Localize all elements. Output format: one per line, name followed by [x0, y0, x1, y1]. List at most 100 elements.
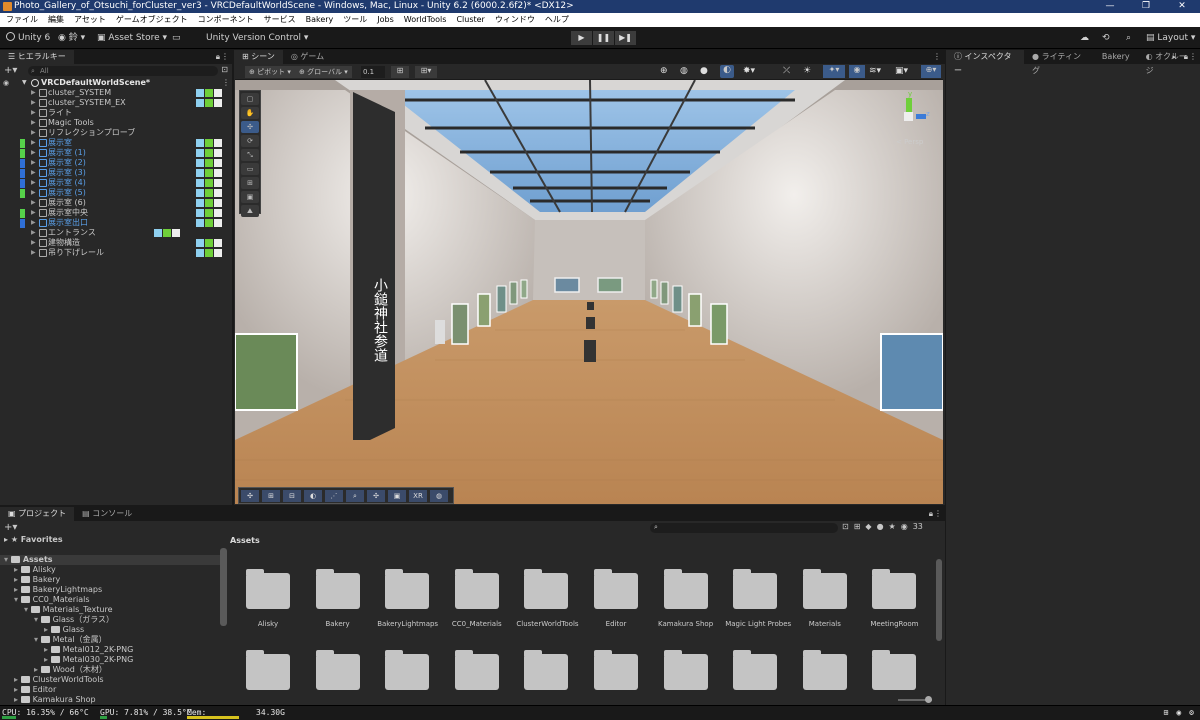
folder-tree-item[interactable]: ▸ Editor — [0, 685, 220, 695]
settings-icon[interactable]: ⚙ — [1189, 706, 1194, 719]
asset-folder[interactable]: MeetingRoom — [864, 569, 924, 628]
expand-arrow-icon[interactable]: ▸ — [14, 565, 21, 574]
more-icon[interactable]: ⋮ — [221, 50, 229, 64]
vertex-overlay-icon[interactable]: ⋰ — [325, 490, 343, 502]
asset-folder[interactable] — [725, 650, 785, 695]
hierarchy-item[interactable]: ▶ ライト — [0, 108, 232, 118]
folder-tree-item[interactable]: ▾ Materials_Texture — [0, 605, 220, 615]
camera-icon[interactable]: ▣▾ — [895, 66, 908, 76]
expand-arrow-icon[interactable]: ▶ — [31, 148, 36, 158]
expand-arrow-icon[interactable]: ▸ — [44, 645, 51, 654]
visibility-icon[interactable]: ◉ — [3, 78, 9, 88]
zoom-overlay-icon[interactable]: ⌕ — [346, 490, 364, 502]
scene-menu-icon[interactable]: ⋮ — [222, 78, 230, 88]
tab-scene[interactable]: ⊞ シーン — [234, 50, 283, 64]
network-icon[interactable]: ⊞ — [1164, 706, 1169, 719]
pause-button[interactable]: ❚❚ — [593, 31, 614, 45]
hierarchy-item[interactable]: ▶ cluster_SYSTEM_EX — [0, 98, 232, 108]
expand-arrow-icon[interactable]: ▶ — [31, 248, 36, 258]
menu-worldtools[interactable]: WorldTools — [404, 13, 447, 27]
unity-account-button[interactable]: Unity 6 — [6, 31, 50, 45]
expand-arrow-icon[interactable]: ▶ — [31, 88, 36, 98]
folder-tree-item[interactable]: ▸ Wood（木材） — [0, 665, 220, 675]
filter-label-icon[interactable]: ⊞ — [854, 522, 861, 531]
hierarchy-item[interactable]: ▶ 展示室 (4) — [0, 178, 232, 188]
hierarchy-item[interactable]: ▶ エントランス — [0, 228, 232, 238]
expand-arrow-icon[interactable]: ▾ — [4, 555, 11, 564]
expand-arrow-icon[interactable]: ▶ — [31, 178, 36, 188]
menu-tools[interactable]: ツール — [343, 13, 367, 27]
folder-tree-item[interactable]: ▸ Glass — [0, 625, 220, 635]
layout-dropdown[interactable]: ▤ Layout ▾ — [1146, 31, 1195, 45]
expand-arrow-icon[interactable]: ▸ — [14, 675, 21, 684]
star-icon[interactable]: ★ — [889, 522, 896, 531]
grid-snap-icon[interactable]: ⊞ — [391, 66, 409, 78]
expand-arrow-icon[interactable]: ▸ — [14, 695, 21, 704]
expand-arrow-icon[interactable]: ▶ — [31, 218, 36, 228]
asset-folder[interactable] — [586, 650, 646, 695]
compass-overlay-icon[interactable]: ◍ — [430, 490, 448, 502]
hierarchy-search[interactable]: ⌕ All — [28, 66, 218, 76]
expand-arrow-icon[interactable]: ▸ — [14, 575, 21, 584]
expand-arrow-icon[interactable]: ▾ — [24, 605, 31, 614]
asset-folder[interactable] — [238, 650, 298, 695]
hierarchy-item[interactable]: ▶ Magic Tools — [0, 118, 232, 128]
hierarchy-item[interactable]: ▶ 展示室 (3) — [0, 168, 232, 178]
asset-folder[interactable]: ClusterWorldTools — [516, 569, 579, 628]
lock-icon[interactable]: 🔒︎ — [1184, 50, 1188, 64]
expand-arrow-icon[interactable]: ▶ — [31, 228, 36, 238]
asset-folder[interactable]: Editor — [586, 569, 646, 628]
menu-component[interactable]: コンポーネント — [198, 13, 254, 27]
minimize-button[interactable]: — — [1092, 0, 1128, 13]
asset-folder[interactable] — [864, 650, 924, 695]
tab-scroll-icon[interactable]: ▸ — [1172, 50, 1176, 64]
global-dropdown[interactable]: ⊕ グローバル ▾ — [295, 66, 352, 78]
gizmos-icon[interactable]: ⊕▾ — [921, 65, 941, 78]
icon-size-slider[interactable] — [898, 696, 932, 703]
search-icon[interactable]: ⌕ — [1126, 31, 1131, 45]
asset-folder[interactable] — [795, 650, 855, 695]
persp-label[interactable]: < Persp — [896, 138, 923, 146]
expand-arrow-icon[interactable]: ▾ — [34, 635, 41, 644]
scale-tool-icon[interactable]: ⤡ — [241, 149, 259, 161]
folder-tree-item[interactable]: ▾ Glass（ガラス） — [0, 615, 220, 625]
xr-overlay-button[interactable]: XR — [409, 490, 427, 502]
search-options-icon[interactable]: ⊡ — [221, 65, 228, 74]
add-button[interactable]: +▾ — [4, 65, 17, 76]
expand-arrow-icon[interactable]: ▶ — [31, 188, 36, 198]
hierarchy-item[interactable]: ▶ 建物構造 — [0, 238, 232, 248]
asset-store-button[interactable]: ▣ Asset Store ▾ — [97, 31, 167, 45]
rotate-tool-icon[interactable]: ⟳ — [241, 135, 259, 147]
move-tool-icon[interactable]: ✣ — [241, 121, 259, 133]
scene-more-icon[interactable]: ⋮ — [933, 50, 941, 64]
menu-help[interactable]: ヘルプ — [545, 13, 569, 27]
custom-tool-icon[interactable]: ▣ — [241, 191, 259, 203]
visibility-toggle-icon[interactable]: ◉ — [849, 65, 865, 78]
expand-arrow-icon[interactable]: ▶ — [31, 98, 36, 108]
hierarchy-item[interactable]: ▶ cluster_SYSTEM — [0, 88, 232, 98]
debug-icon[interactable]: ✸▾ — [743, 66, 755, 76]
asset-folder[interactable]: Kamakura Shop — [656, 569, 716, 628]
z-axis-handle[interactable] — [916, 114, 926, 119]
ruler-overlay-icon[interactable]: ⊟ — [283, 490, 301, 502]
menu-services[interactable]: サービス — [264, 13, 296, 27]
folder-tree-item[interactable]: ▸ Bakery — [0, 575, 220, 585]
folder-tree-item[interactable]: ▾ Assets — [0, 555, 220, 565]
tab-game[interactable]: ◎ ゲーム — [282, 50, 333, 64]
asset-folder[interactable]: Magic Light Probes — [725, 569, 791, 628]
info-icon[interactable]: ● — [877, 522, 884, 531]
lock-icon[interactable]: 🔒︎ — [929, 507, 933, 521]
lighting-toggle-icon[interactable]: ☀ — [803, 66, 811, 76]
hierarchy-item[interactable]: ▶ 展示室出口 — [0, 218, 232, 228]
asset-folder[interactable] — [447, 650, 507, 695]
assets-breadcrumb[interactable]: Assets — [230, 536, 260, 545]
shading-wire-icon[interactable]: ◍ — [680, 66, 688, 76]
asset-folder[interactable]: BakeryLightmaps — [377, 569, 438, 628]
expand-arrow-icon[interactable]: ▸ — [14, 585, 21, 594]
more-icon[interactable]: ⋮ — [934, 507, 942, 521]
menu-assets[interactable]: アセット — [74, 13, 106, 27]
tab-bakery[interactable]: Bakery — [1093, 50, 1138, 64]
project-search[interactable]: ⌕ — [650, 523, 838, 533]
lock-icon[interactable]: 🔒︎ — [216, 50, 220, 64]
grid-overlay-icon[interactable]: ⊞ — [262, 490, 280, 502]
